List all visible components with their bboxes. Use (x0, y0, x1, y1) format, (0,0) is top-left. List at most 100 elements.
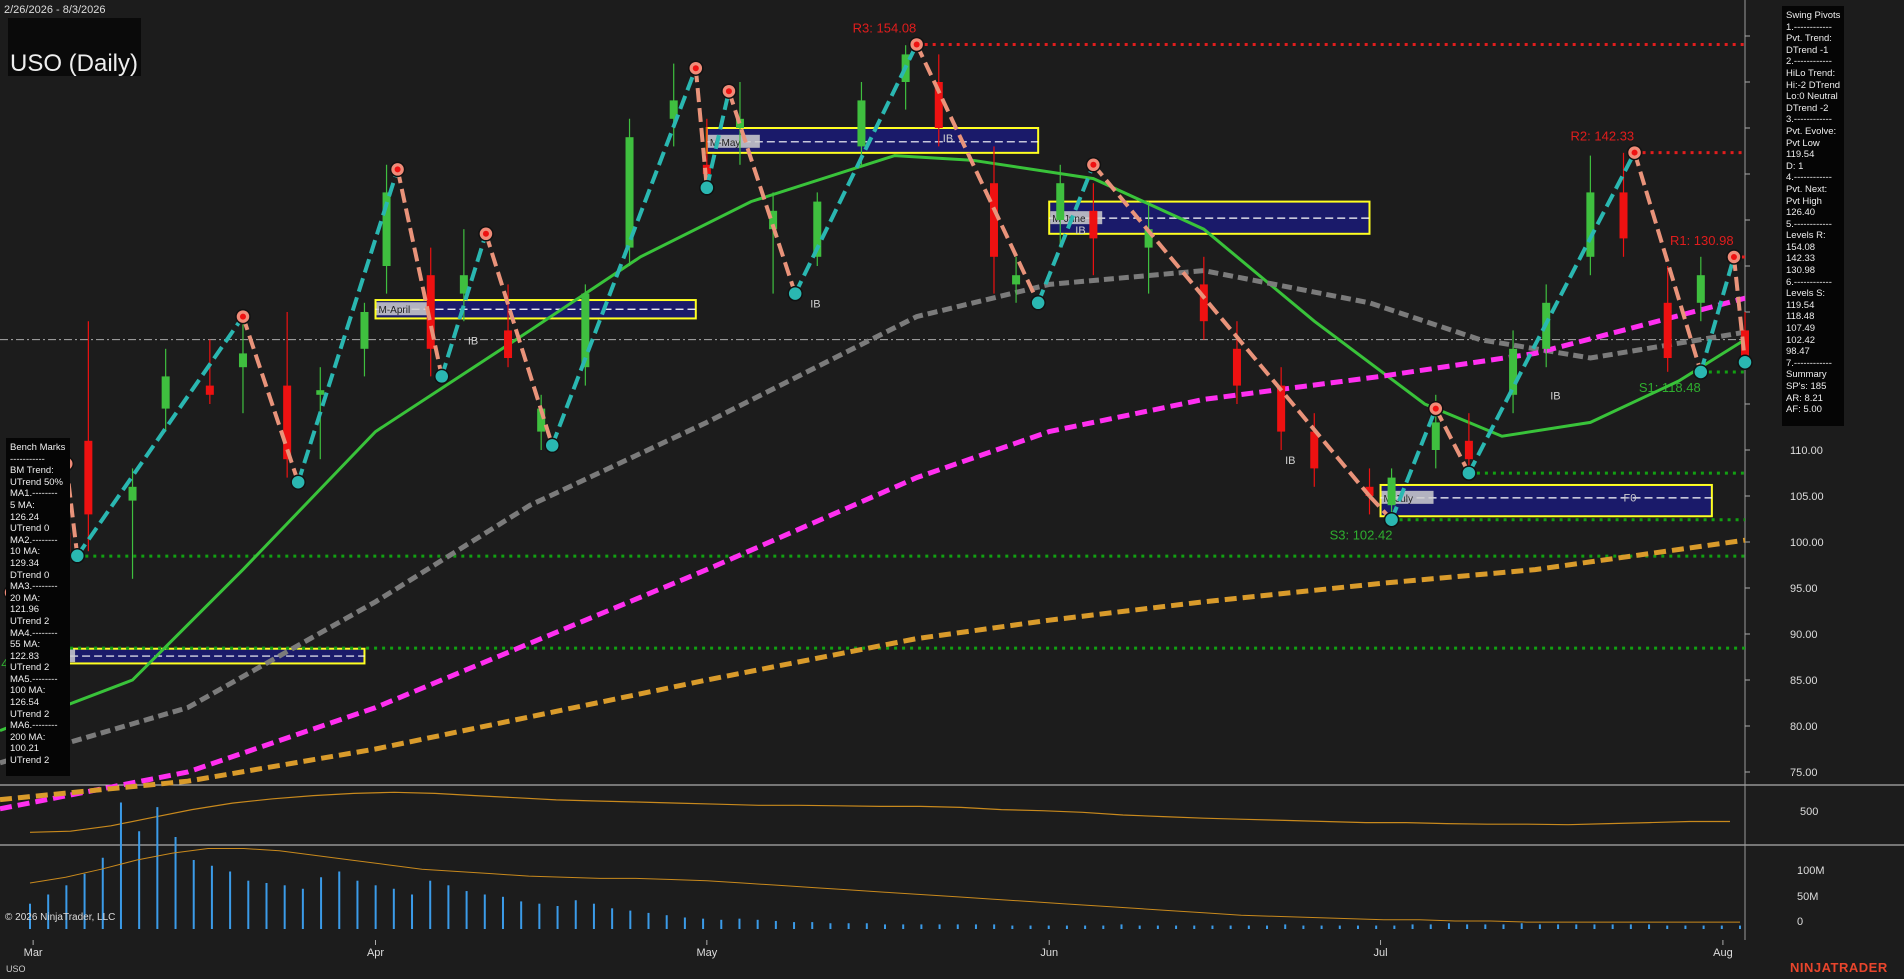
pivot-high-core (394, 166, 401, 173)
pivot-low-marker (69, 548, 86, 564)
swing-pivots-line: Swing Pivots (1786, 10, 1841, 21)
pivot-low-marker (544, 437, 560, 454)
swing-pivots-line: 119.54 (1786, 299, 1815, 311)
symbol-label: USO (6, 964, 26, 974)
swing-line-segment (75, 315, 245, 557)
swing-line-segment (484, 233, 555, 446)
x-tick-label: May (696, 947, 717, 959)
pivot-high-core (1432, 405, 1439, 412)
support-label: S1: 118.48 (1639, 380, 1701, 395)
oscillator-tick-label: 500 (1800, 806, 1818, 818)
benchmarks-line: 126.54 (10, 697, 40, 709)
swing-pivots-line: DTrend -1 (1786, 44, 1829, 56)
pivot-low-marker (434, 368, 450, 385)
benchmarks-line: BM Trend: (10, 465, 54, 477)
candle-body (1056, 183, 1065, 220)
resistance-label: R2: 142.33 (1571, 129, 1635, 144)
candle-body (1464, 440, 1473, 460)
price-tick-label: 100.00 (1790, 537, 1824, 549)
price-tick-label: 85.00 (1790, 675, 1818, 687)
benchmarks-line: 100 MA: (10, 685, 46, 697)
pivot-low-marker (1693, 364, 1709, 380)
candle-body (1277, 385, 1286, 432)
benchmarks-line: 20 MA: (10, 592, 41, 604)
swing-pivots-line: Pvt Low (1786, 137, 1820, 149)
ib-marker: IB (810, 299, 820, 311)
price-tick-label: 95.00 (1790, 583, 1818, 595)
volume-average-line (29, 848, 1740, 923)
candle-body (1199, 284, 1208, 322)
candle-body (1509, 348, 1518, 395)
swing-pivots-line: 119.54 (1786, 149, 1815, 161)
swing-line-segment (550, 67, 698, 447)
price-tick-label: 80.00 (1790, 721, 1818, 733)
swing-pivots-line: 126.40 (1786, 207, 1816, 219)
candle-body (504, 330, 513, 358)
swing-pivots-line: DTrend -2 (1786, 102, 1829, 114)
swing-line-segment (727, 90, 798, 295)
swing-line-segment (395, 168, 444, 377)
benchmarks-line: MA6.-------- (10, 720, 58, 732)
benchmarks-line: ----------- (10, 453, 45, 465)
benchmarks-line: MA5.-------- (10, 673, 58, 685)
swing-pivots-line: 154.08 (1786, 241, 1816, 253)
benchmarks-line: 55 MA: (10, 639, 41, 651)
swing-pivots-line: Levels R: (1786, 230, 1826, 242)
swing-pivots-line: 142.33 (1786, 253, 1816, 265)
price-tick-label: 105.00 (1790, 491, 1824, 503)
price-chart: 75.00 80.00 85.00 90.00 95.00 100.00 105.00 110… (0, 0, 1904, 959)
resistance-label: R3: 154.08 (853, 20, 917, 35)
price-tick-label: 90.00 (1790, 629, 1818, 641)
benchmarks-line: UTrend 2 (10, 755, 50, 767)
candle-body (283, 385, 292, 460)
swing-pivots-line: 1.------------ (1786, 21, 1832, 33)
swing-pivots-line: 7.------------ (1786, 357, 1832, 369)
candle-body (1012, 275, 1021, 285)
candle-body (1310, 431, 1319, 469)
candle-body (84, 440, 93, 515)
benchmarks-line: DTrend 0 (10, 569, 50, 581)
candle-body (1387, 477, 1396, 506)
volume-tick-label: 100M (1797, 865, 1825, 877)
pivot-low-marker (787, 285, 803, 302)
ib-marker: IB (1075, 225, 1085, 237)
swing-line-segment (914, 43, 1040, 304)
benchmarks-line: MA4.-------- (10, 627, 58, 639)
x-tick-label: Aug (1713, 947, 1733, 959)
ib-marker: IB (1285, 455, 1295, 467)
candle-body (1431, 422, 1440, 450)
benchmarks-line: 10 MA: (10, 546, 41, 558)
pivot-high-core (482, 230, 489, 237)
pivot-high-core (1631, 149, 1638, 156)
swing-pivots-line: 2.------------ (1786, 56, 1832, 68)
swing-pivots-line: 5.------------ (1786, 218, 1832, 230)
swing-line-segment (1467, 151, 1637, 475)
ninjatrader-logo: NINJATRADER (1790, 960, 1888, 975)
swing-pivots-line: Pvt. Evolve: (1786, 125, 1837, 137)
chart-title: USO (Daily) (10, 50, 139, 77)
pivot-high-core (1730, 253, 1737, 260)
candle-body (161, 376, 170, 409)
benchmarks-line: UTrend 2 (10, 662, 50, 674)
candle-body (1696, 275, 1705, 303)
x-tick-label: Jun (1040, 947, 1058, 959)
swing-pivots-line: 98.47 (1786, 346, 1810, 358)
volume-tick-label: 0 (1797, 916, 1803, 928)
swing-pivots-line: AR: 8.21 (1786, 392, 1823, 404)
benchmarks-line: MA3.-------- (10, 581, 58, 593)
pivot-high-core (913, 41, 920, 48)
swing-pivots-line: HiLo Trend: (1786, 67, 1836, 79)
benchmarks-line: UTrend 2 (10, 708, 50, 720)
candle-body (316, 390, 325, 395)
candle-body (581, 293, 590, 368)
candle-body (989, 183, 998, 257)
pivot-low-marker (1383, 511, 1400, 528)
benchmarks-line: MA2.-------- (10, 534, 58, 546)
benchmarks-line: 100.21 (10, 743, 40, 755)
pivot-low-marker (1461, 465, 1477, 481)
swing-pivots-line: 107.49 (1786, 323, 1816, 335)
swing-pivots-line: 118.48 (1786, 311, 1815, 323)
price-tick-label: 110.00 (1790, 445, 1823, 457)
benchmarks-line: UTrend 2 (10, 615, 50, 627)
benchmarks-line: 200 MA: (10, 731, 46, 743)
